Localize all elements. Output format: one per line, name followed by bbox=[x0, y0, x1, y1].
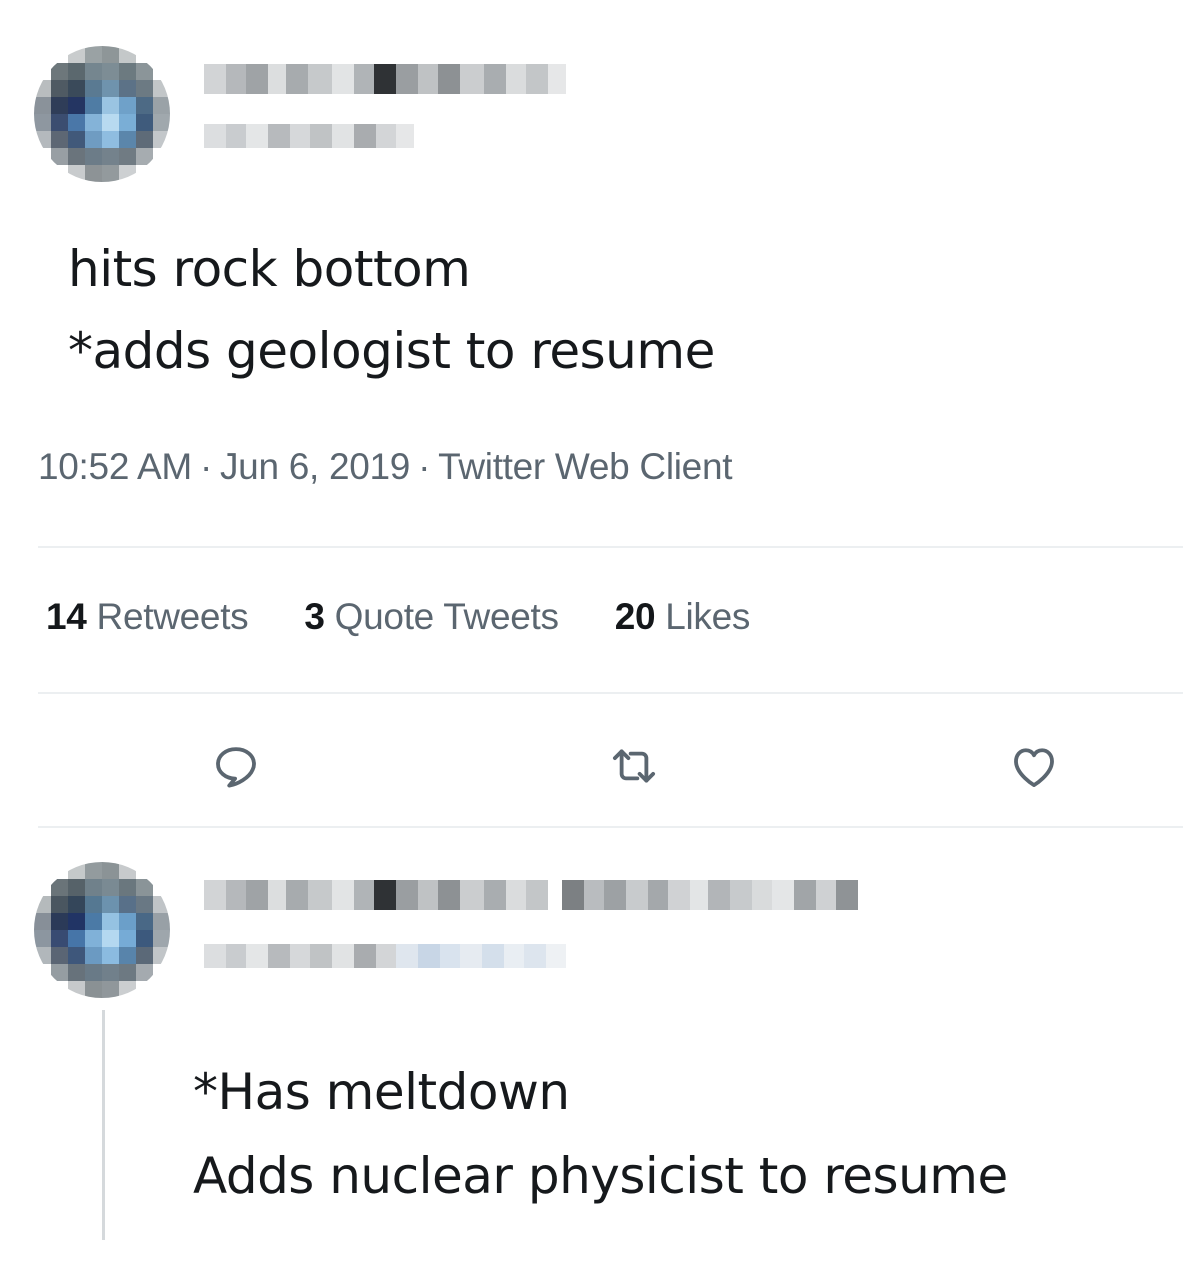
meta-separator: · bbox=[418, 446, 431, 487]
avatar[interactable] bbox=[34, 46, 170, 182]
divider bbox=[38, 692, 1183, 694]
likes-stat[interactable]: 20 Likes bbox=[614, 596, 751, 638]
tweet-text-line-2: *adds geologist to resume bbox=[68, 322, 715, 380]
redacted-reply-username[interactable] bbox=[204, 944, 566, 968]
likes-count: 20 bbox=[614, 596, 656, 637]
tweet-stats: 14 Retweets 3 Quote Tweets 20 Likes bbox=[46, 596, 806, 638]
tweet-date[interactable]: Jun 6, 2019 bbox=[220, 446, 410, 487]
retweets-label: Retweets bbox=[96, 596, 249, 637]
tweet-meta: 10:52 AM · Jun 6, 2019 · Twitter Web Client bbox=[38, 446, 733, 488]
tweet-source[interactable]: Twitter Web Client bbox=[438, 446, 732, 487]
redacted-reply-display-name[interactable] bbox=[204, 880, 858, 910]
quote-tweets-label: Quote Tweets bbox=[334, 596, 559, 637]
likes-label: Likes bbox=[665, 596, 751, 637]
retweet-button[interactable] bbox=[604, 736, 664, 796]
meta-separator: · bbox=[199, 446, 212, 487]
quote-tweets-stat[interactable]: 3 Quote Tweets bbox=[304, 596, 559, 638]
heart-icon bbox=[1014, 748, 1054, 788]
retweets-count: 14 bbox=[46, 596, 87, 637]
reply-avatar[interactable] bbox=[34, 862, 170, 998]
divider bbox=[38, 546, 1183, 548]
redacted-username[interactable] bbox=[204, 124, 414, 148]
reply-text: *Has meltdown Adds nuclear physicist to … bbox=[193, 1050, 1008, 1218]
tweet-text: hits rock bottom *adds geologist to resu… bbox=[68, 228, 715, 392]
reply-button[interactable] bbox=[206, 736, 266, 796]
thread-line bbox=[102, 1010, 105, 1240]
redacted-display-name[interactable] bbox=[204, 64, 566, 94]
reply-icon bbox=[216, 747, 256, 788]
quote-tweets-count: 3 bbox=[304, 596, 325, 637]
divider bbox=[38, 826, 1183, 828]
tweet-time[interactable]: 10:52 AM bbox=[38, 446, 192, 487]
reply-text-line-2: Adds nuclear physicist to resume bbox=[193, 1147, 1008, 1205]
like-button[interactable] bbox=[1004, 736, 1064, 796]
tweet-text-line-1: hits rock bottom bbox=[68, 240, 471, 298]
retweet-icon bbox=[612, 749, 656, 783]
reply-text-line-1: *Has meltdown bbox=[193, 1063, 570, 1121]
retweets-stat[interactable]: 14 Retweets bbox=[46, 596, 249, 638]
